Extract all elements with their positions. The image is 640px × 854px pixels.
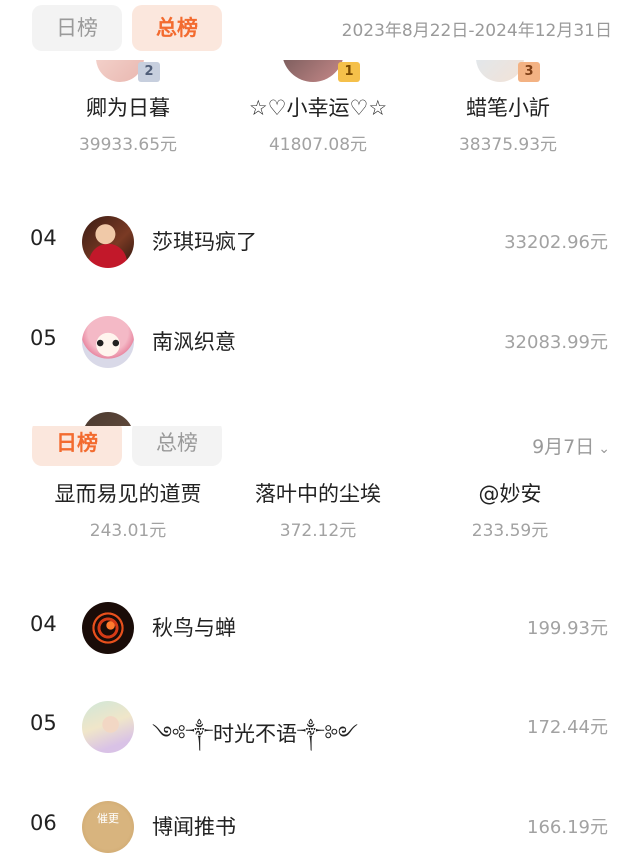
avatar (82, 412, 134, 426)
tab-total[interactable]: 总榜 (132, 426, 222, 466)
podium-third[interactable]: @妙安 233.59元 (410, 478, 610, 541)
list-item[interactable]: 05 ༺༒时光不语༒༻ 172.44元 (0, 697, 640, 757)
tab-daily[interactable]: 日榜 (32, 5, 122, 51)
avatar-text: 催更 (97, 812, 119, 825)
podium-third-amount: 38375.93元 (458, 135, 558, 155)
avatar (82, 316, 134, 368)
daily-leaderboard-panel: 日榜 总榜 9月7日 ⌄ 显而易见的道贾 243.01元 落叶中的尘埃 372.1… (0, 426, 640, 854)
avatar (82, 602, 134, 654)
podium-first-name: ☆♡小幸运♡☆ (248, 96, 388, 120)
chevron-down-icon: ⌄ (598, 441, 610, 457)
podium-second[interactable]: 卿为日暮 39933.65元 (28, 92, 228, 155)
podium-third-name: 蜡笔小訢 (466, 96, 550, 120)
row-name: 莎琪玛疯了 (152, 230, 257, 254)
date-range-label: 2023年8月22日-2024年12月31日 (341, 21, 612, 41)
rank-badge-second: 2 (138, 62, 160, 82)
rank-badge-first: 1 (338, 62, 360, 82)
date-picker-label: 9月7日 (532, 436, 595, 458)
podium-first-amount: 41807.08元 (268, 135, 368, 155)
rank-badge-third: 3 (518, 62, 540, 82)
daily-board-tabbar: 日榜 总榜 9月7日 ⌄ (0, 426, 640, 482)
row-rank: 05 (30, 711, 57, 735)
tab-daily[interactable]: 日榜 (32, 426, 122, 466)
total-leaderboard-panel: 日榜 总榜 2023年8月22日-2024年12月31日 2 卿为日暮 3993… (0, 0, 640, 426)
podium-third-amount: 233.59元 (471, 521, 549, 541)
list-item[interactable]: 05 南沨织意 32083.99元 (0, 312, 640, 372)
row-name: ༺༒时光不语༒༻ (152, 722, 358, 746)
avatar: 催更 (82, 801, 134, 853)
row-amount: 172.44元 (527, 717, 608, 738)
podium-second[interactable]: 显而易见的道贾 243.01元 (28, 478, 228, 541)
row-amount: 32083.99元 (504, 332, 608, 353)
total-board-tabbar: 日榜 总榜 2023年8月22日-2024年12月31日 (0, 0, 640, 56)
date-picker[interactable]: 9月7日 ⌄ (532, 432, 610, 459)
podium-first[interactable]: 落叶中的尘埃 372.12元 (218, 478, 418, 541)
podium-first-amount: 372.12元 (279, 521, 357, 541)
podium-second-name: 显而易见的道贾 (54, 482, 202, 506)
podium-third-name: @妙安 (478, 482, 542, 506)
list-item[interactable]: 04 秋鸟与蝉 199.93元 (0, 598, 640, 658)
list-item[interactable]: 06 催更 博闻推书 166.19元 (0, 797, 640, 854)
podium-first[interactable]: ☆♡小幸运♡☆ 41807.08元 (218, 92, 418, 155)
podium-second-name: 卿为日暮 (86, 96, 170, 120)
list-item[interactable]: 04 莎琪玛疯了 33202.96元 (0, 212, 640, 272)
tab-total[interactable]: 总榜 (132, 5, 222, 51)
row-name: 南沨织意 (152, 330, 236, 354)
row-amount: 166.19元 (527, 817, 608, 838)
row-rank: 06 (30, 811, 57, 835)
row-name: 博闻推书 (152, 815, 236, 839)
avatar (82, 701, 134, 753)
podium-third[interactable]: 蜡笔小訢 38375.93元 (408, 92, 608, 155)
row-rank: 05 (30, 326, 57, 350)
row-rank: 04 (30, 612, 57, 636)
avatar (82, 216, 134, 268)
row-amount: 33202.96元 (504, 232, 608, 253)
podium-second-amount: 243.01元 (89, 521, 167, 541)
row-name: 秋鸟与蝉 (152, 616, 236, 640)
row-rank: 04 (30, 226, 57, 250)
podium-second-amount: 39933.65元 (78, 135, 178, 155)
podium-first-name: 落叶中的尘埃 (255, 482, 381, 506)
row-amount: 199.93元 (527, 618, 608, 639)
